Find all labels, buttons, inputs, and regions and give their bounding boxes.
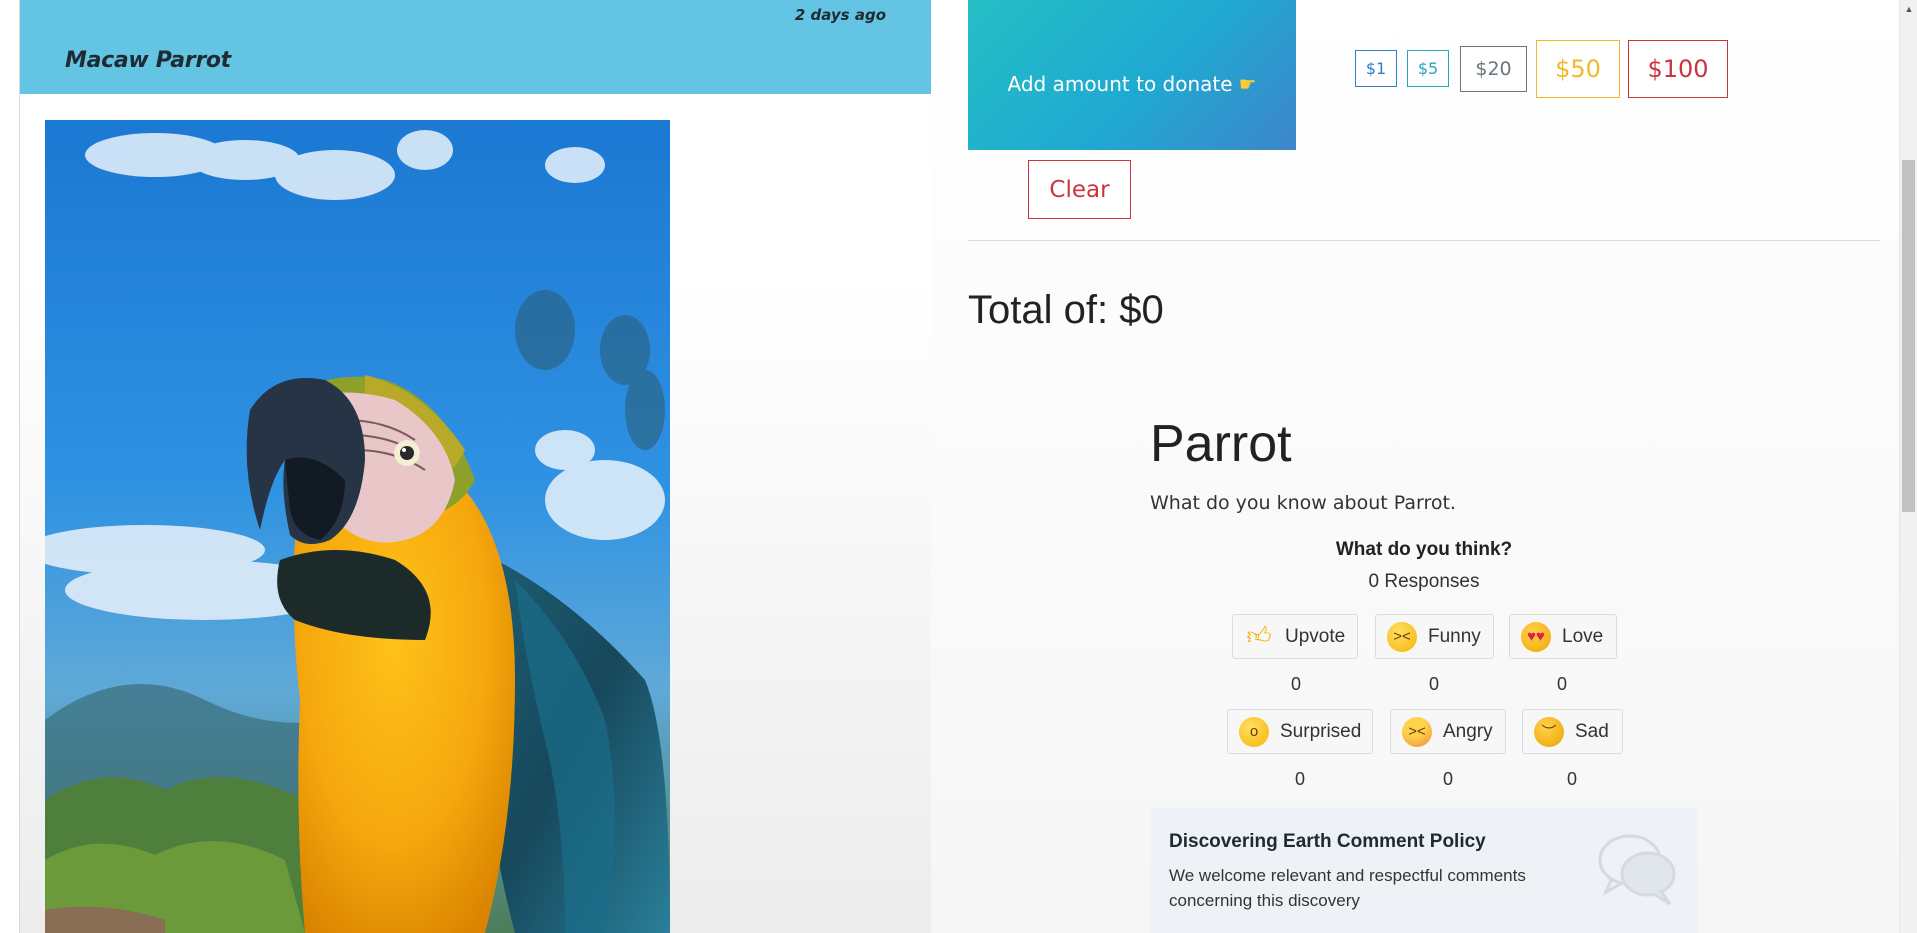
angry-face-icon: >< [1402, 716, 1432, 747]
surprised-face-icon: o [1239, 716, 1269, 747]
reaction-angry-button[interactable]: >< Angry [1390, 709, 1506, 754]
post-card: 2 days ago Macaw Parrot [19, 0, 932, 933]
post-title: Macaw Parrot [65, 48, 231, 73]
reactions-heading: What do you think? [1335, 539, 1513, 560]
parrot-illustration [45, 120, 670, 933]
funny-face-icon: >< [1387, 621, 1417, 652]
post-card-header: 2 days ago Macaw Parrot [20, 0, 931, 94]
reaction-count-love: 0 [1556, 674, 1567, 694]
reaction-sad-button[interactable]: ︶ Sad [1522, 709, 1623, 754]
reaction-label: Sad [1575, 720, 1609, 742]
sad-face-icon: ︶ [1534, 716, 1564, 747]
reaction-count-surprised: 0 [1294, 769, 1305, 789]
thumbs-up-icon: 👍︎ [1246, 622, 1272, 650]
article-title: Parrot [1150, 415, 1292, 473]
donate-50-button[interactable]: $50 [1536, 40, 1620, 98]
reaction-upvote-button[interactable]: 👍︎ Upvote [1232, 614, 1358, 659]
reaction-label: Love [1562, 625, 1604, 647]
heart-eyes-icon: ♥♥ [1521, 621, 1551, 652]
reaction-count-upvote: 0 [1290, 674, 1301, 694]
scroll-up-arrow-icon[interactable]: ▲ [1900, 0, 1917, 17]
divider [968, 240, 1880, 241]
reaction-count-sad: 0 [1566, 769, 1577, 789]
donate-5-button[interactable]: $5 [1407, 50, 1449, 87]
comment-policy-text: We welcome relevant and respectful comme… [1169, 866, 1526, 910]
reaction-funny-button[interactable]: >< Funny [1375, 614, 1494, 659]
donate-banner: Add amount to donate ☛ [968, 0, 1296, 150]
donation-total: Total of: $0 [968, 288, 1164, 332]
clear-button[interactable]: Clear [1028, 160, 1131, 219]
parrot-photo [45, 120, 670, 933]
donate-prompt: Add amount to donate [1007, 72, 1233, 96]
post-timestamp: 2 days ago [794, 6, 886, 24]
page-scrollbar[interactable]: ▲ [1899, 0, 1917, 933]
reaction-count-angry: 0 [1442, 769, 1453, 789]
reaction-label: Funny [1428, 625, 1481, 647]
reaction-label: Surprised [1280, 720, 1362, 742]
reaction-count-funny: 0 [1428, 674, 1439, 694]
pointing-hand-icon: ☛ [1238, 73, 1257, 96]
donate-20-button[interactable]: $20 [1460, 46, 1527, 92]
reactions-count: 0 Responses [1368, 571, 1480, 592]
scrollbar-thumb[interactable] [1902, 160, 1915, 512]
donation-panel: Add amount to donate ☛ $1 $5 $20 $50 $10… [931, 0, 1899, 933]
reaction-surprised-button[interactable]: o Surprised [1227, 709, 1373, 754]
comment-policy: Discovering Earth Comment Policy We welc… [1150, 808, 1698, 933]
reaction-love-button[interactable]: ♥♥ Love [1509, 614, 1617, 659]
reaction-label: Upvote [1285, 625, 1346, 647]
chat-bubbles-icon [1598, 834, 1676, 906]
reaction-label: Angry [1443, 720, 1493, 742]
donate-100-button[interactable]: $100 [1628, 40, 1728, 98]
article-description: What do you know about Parrot. [1150, 492, 1456, 514]
donate-1-button[interactable]: $1 [1355, 50, 1397, 87]
